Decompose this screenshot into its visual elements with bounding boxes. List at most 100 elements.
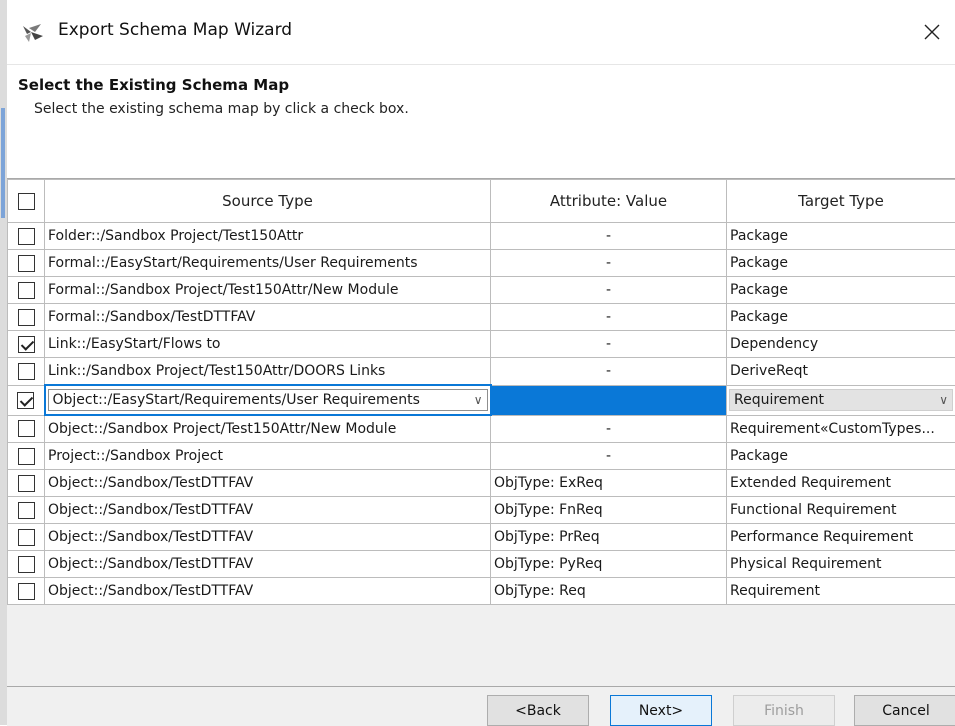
table-row[interactable]: Object::/EasyStart/Requirements/User Req…: [8, 385, 955, 415]
source-type-cell[interactable]: Object::/Sandbox/TestDTTFAV: [45, 524, 491, 551]
next-button[interactable]: Next>: [610, 695, 712, 726]
attribute-value-cell[interactable]: ObjType: ExReq: [491, 470, 727, 497]
source-type-cell[interactable]: Project::/Sandbox Project: [45, 443, 491, 470]
target-type-cell[interactable]: Requirement: [727, 578, 955, 605]
row-checkbox[interactable]: [18, 228, 35, 245]
table-row[interactable]: Project::/Sandbox Project-Package: [8, 443, 955, 470]
target-type-cell[interactable]: DeriveReqt: [727, 358, 955, 386]
select-all-checkbox[interactable]: [18, 193, 35, 210]
source-type-dropdown[interactable]: Object::/EasyStart/Requirements/User Req…: [48, 389, 488, 411]
row-checkbox-cell[interactable]: [8, 443, 45, 470]
target-type-cell[interactable]: Package: [727, 250, 955, 277]
table-row[interactable]: Object::/Sandbox/TestDTTFAVObjType: ReqR…: [8, 578, 955, 605]
attribute-value-cell[interactable]: ObjType: PyReq: [491, 551, 727, 578]
table-row[interactable]: Formal::/Sandbox/TestDTTFAV-Package: [8, 304, 955, 331]
row-checkbox[interactable]: [18, 475, 35, 492]
attribute-value-cell[interactable]: -: [491, 415, 727, 443]
row-checkbox-cell[interactable]: [8, 358, 45, 386]
table-row[interactable]: Object::/Sandbox/TestDTTFAVObjType: PyRe…: [8, 551, 955, 578]
source-type-cell[interactable]: Object::/Sandbox Project/Test150Attr/New…: [45, 415, 491, 443]
attribute-value-cell[interactable]: -: [491, 443, 727, 470]
table-row[interactable]: Link::/Sandbox Project/Test150Attr/DOORS…: [8, 358, 955, 386]
row-checkbox-cell[interactable]: [8, 497, 45, 524]
target-type-cell[interactable]: Package: [727, 304, 955, 331]
target-type-cell[interactable]: Requirement∨: [727, 385, 955, 415]
row-checkbox-cell[interactable]: [8, 331, 45, 358]
left-window-edge: [0, 0, 7, 725]
target-type-dropdown[interactable]: Requirement∨: [729, 389, 953, 411]
row-checkbox[interactable]: [18, 309, 35, 326]
target-type-cell[interactable]: Dependency: [727, 331, 955, 358]
attribute-value-cell[interactable]: -: [491, 250, 727, 277]
wizard-app-icon: [21, 22, 45, 44]
cancel-button[interactable]: Cancel: [854, 695, 955, 726]
table-row[interactable]: Object::/Sandbox/TestDTTFAVObjType: FnRe…: [8, 497, 955, 524]
row-checkbox[interactable]: [18, 529, 35, 546]
source-type-cell[interactable]: Folder::/Sandbox Project/Test150Attr: [45, 223, 491, 250]
source-type-cell[interactable]: Link::/Sandbox Project/Test150Attr/DOORS…: [45, 358, 491, 386]
row-checkbox[interactable]: [18, 583, 35, 600]
target-type-cell[interactable]: Extended Requirement: [727, 470, 955, 497]
row-checkbox-cell[interactable]: [8, 470, 45, 497]
row-checkbox-cell[interactable]: [8, 524, 45, 551]
row-checkbox-cell[interactable]: [8, 551, 45, 578]
row-checkbox-cell[interactable]: [8, 578, 45, 605]
source-type-cell[interactable]: Link::/EasyStart/Flows to: [45, 331, 491, 358]
target-type-cell[interactable]: Functional Requirement: [727, 497, 955, 524]
row-checkbox[interactable]: [18, 448, 35, 465]
row-checkbox[interactable]: [18, 336, 35, 353]
target-type-cell[interactable]: Physical Requirement: [727, 551, 955, 578]
attribute-value-cell[interactable]: -: [491, 304, 727, 331]
target-type-cell[interactable]: Performance Requirement: [727, 524, 955, 551]
finish-button[interactable]: Finish: [733, 695, 835, 726]
row-checkbox[interactable]: [18, 502, 35, 519]
back-button[interactable]: <Back: [487, 695, 589, 726]
table-row[interactable]: Object::/Sandbox Project/Test150Attr/New…: [8, 415, 955, 443]
source-type-cell[interactable]: Formal::/Sandbox Project/Test150Attr/New…: [45, 277, 491, 304]
row-checkbox[interactable]: [18, 363, 35, 380]
chevron-down-icon[interactable]: ∨: [939, 393, 948, 407]
table-row[interactable]: Formal::/Sandbox Project/Test150Attr/New…: [8, 277, 955, 304]
row-checkbox-cell[interactable]: [8, 385, 45, 415]
close-button[interactable]: [909, 10, 955, 54]
target-type-cell[interactable]: Package: [727, 277, 955, 304]
row-checkbox[interactable]: [18, 420, 35, 437]
column-header-attribute-value[interactable]: Attribute: Value: [491, 180, 727, 223]
attribute-value-cell[interactable]: -: [491, 358, 727, 386]
row-checkbox-cell[interactable]: [8, 415, 45, 443]
row-checkbox-cell[interactable]: [8, 304, 45, 331]
table-row[interactable]: Object::/Sandbox/TestDTTFAVObjType: PrRe…: [8, 524, 955, 551]
attribute-value-cell[interactable]: -: [491, 331, 727, 358]
table-row[interactable]: Folder::/Sandbox Project/Test150Attr-Pac…: [8, 223, 955, 250]
attribute-value-cell[interactable]: -: [491, 385, 727, 415]
select-all-cell[interactable]: [8, 180, 45, 223]
column-header-target-type[interactable]: Target Type: [727, 180, 955, 223]
column-header-source-type[interactable]: Source Type: [45, 180, 491, 223]
table-row[interactable]: Formal::/EasyStart/Requirements/User Req…: [8, 250, 955, 277]
source-type-cell[interactable]: Formal::/EasyStart/Requirements/User Req…: [45, 250, 491, 277]
source-type-cell[interactable]: Object::/Sandbox/TestDTTFAV: [45, 497, 491, 524]
row-checkbox[interactable]: [17, 392, 34, 409]
attribute-value-cell[interactable]: -: [491, 277, 727, 304]
chevron-down-icon[interactable]: ∨: [474, 393, 483, 407]
row-checkbox[interactable]: [18, 255, 35, 272]
row-checkbox-cell[interactable]: [8, 223, 45, 250]
target-type-cell[interactable]: Package: [727, 223, 955, 250]
attribute-value-cell[interactable]: ObjType: FnReq: [491, 497, 727, 524]
row-checkbox-cell[interactable]: [8, 250, 45, 277]
attribute-value-cell[interactable]: ObjType: PrReq: [491, 524, 727, 551]
row-checkbox-cell[interactable]: [8, 277, 45, 304]
source-type-cell[interactable]: Object::/EasyStart/Requirements/User Req…: [45, 385, 491, 415]
source-type-cell[interactable]: Object::/Sandbox/TestDTTFAV: [45, 470, 491, 497]
source-type-cell[interactable]: Object::/Sandbox/TestDTTFAV: [45, 578, 491, 605]
target-type-cell[interactable]: Package: [727, 443, 955, 470]
table-row[interactable]: Link::/EasyStart/Flows to-Dependency: [8, 331, 955, 358]
table-row[interactable]: Object::/Sandbox/TestDTTFAVObjType: ExRe…: [8, 470, 955, 497]
attribute-value-cell[interactable]: -: [491, 223, 727, 250]
row-checkbox[interactable]: [18, 556, 35, 573]
attribute-value-cell[interactable]: ObjType: Req: [491, 578, 727, 605]
source-type-cell[interactable]: Formal::/Sandbox/TestDTTFAV: [45, 304, 491, 331]
source-type-cell[interactable]: Object::/Sandbox/TestDTTFAV: [45, 551, 491, 578]
row-checkbox[interactable]: [18, 282, 35, 299]
target-type-cell[interactable]: Requirement«CustomTypes...: [727, 415, 955, 443]
